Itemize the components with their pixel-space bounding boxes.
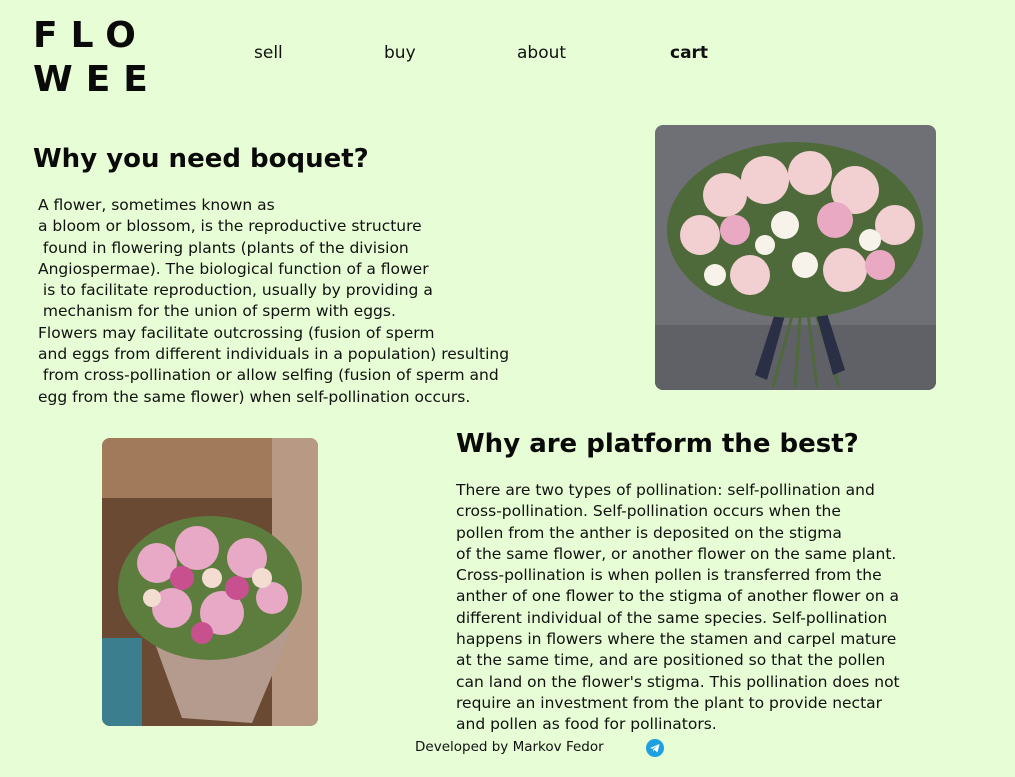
section-1-title: Why you need boquet? <box>33 144 369 174</box>
section-2-title: Why are platform the best? <box>456 429 859 459</box>
section-1-text: A flower, sometimes known as a bloom or … <box>38 196 510 406</box>
bouquet-photo-1 <box>655 125 936 390</box>
nav-cart-link[interactable]: cart <box>670 43 708 63</box>
nav-buy-link[interactable]: buy <box>384 43 416 63</box>
footer-credit: Developed by Markov Fedor <box>415 739 604 755</box>
telegram-icon[interactable] <box>646 739 664 757</box>
logo[interactable]: FLO WEE <box>33 14 161 102</box>
nav-sell-link[interactable]: sell <box>254 43 283 63</box>
logo-line-2: WEE <box>33 59 161 100</box>
nav-about-link[interactable]: about <box>517 43 566 63</box>
bouquet-photo-2 <box>102 438 318 726</box>
section-2-text: There are two types of pollination: self… <box>456 481 900 734</box>
logo-line-1: FLO <box>33 15 149 56</box>
